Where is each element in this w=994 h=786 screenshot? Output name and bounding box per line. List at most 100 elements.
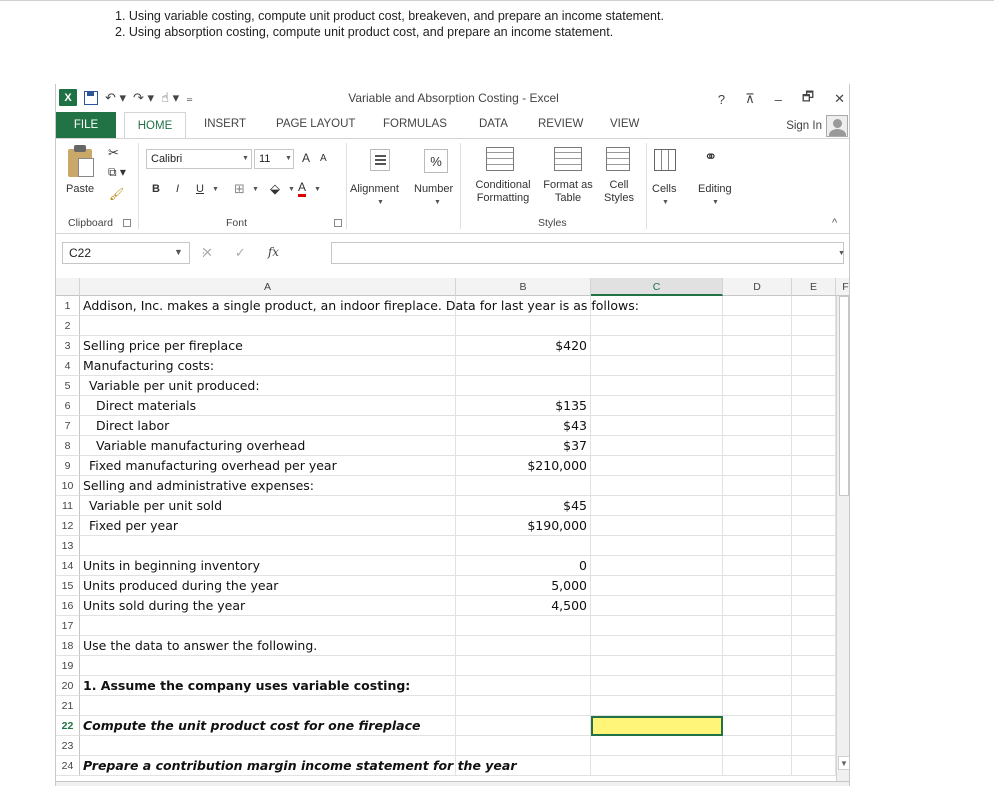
cell-e2[interactable]	[792, 316, 836, 336]
row-header-24[interactable]: 24	[56, 756, 80, 776]
cell-e10[interactable]	[792, 476, 836, 496]
row-header-7[interactable]: 7	[56, 416, 80, 436]
cell-d21[interactable]	[723, 696, 792, 716]
cell-b7[interactable]: $43	[456, 416, 591, 436]
cell-e4[interactable]	[792, 356, 836, 376]
cell-c21[interactable]	[591, 696, 723, 716]
cell-d22[interactable]	[723, 716, 792, 736]
cell-c18[interactable]	[591, 636, 723, 656]
cell-e9[interactable]	[792, 456, 836, 476]
cell-c14[interactable]	[591, 556, 723, 576]
cell-e7[interactable]	[792, 416, 836, 436]
format-painter-icon[interactable]: 🖌	[109, 187, 124, 201]
row-header-6[interactable]: 6	[56, 396, 80, 416]
row-header-21[interactable]: 21	[56, 696, 80, 716]
copy-icon[interactable]: ⧉ ▾	[108, 165, 126, 180]
row-header-4[interactable]: 4	[56, 356, 80, 376]
cell-b4[interactable]	[456, 356, 591, 376]
tab-page-layout[interactable]: PAGE LAYOUT	[276, 118, 355, 130]
cell-a13[interactable]	[80, 536, 456, 556]
format-as-table-icon[interactable]	[554, 147, 582, 171]
row-header-5[interactable]: 5	[56, 376, 80, 396]
cell-b13[interactable]	[456, 536, 591, 556]
cell-a20[interactable]: 1. Assume the company uses variable cost…	[80, 676, 456, 696]
cell-c2[interactable]	[591, 316, 723, 336]
collapse-ribbon-icon[interactable]: ^	[832, 217, 837, 229]
number-dropdown-icon[interactable]: ▼	[434, 199, 441, 206]
borders-dropdown-icon[interactable]: ▼	[252, 186, 259, 193]
cell-a10[interactable]: Selling and administrative expenses:	[80, 476, 456, 496]
sign-in[interactable]: Sign In	[786, 115, 848, 137]
tab-formulas[interactable]: FORMULAS	[383, 118, 447, 130]
cell-a9[interactable]: Fixed manufacturing overhead per year	[80, 456, 456, 476]
cell-d10[interactable]	[723, 476, 792, 496]
cell-b23[interactable]	[456, 736, 591, 756]
cell-e21[interactable]	[792, 696, 836, 716]
row-header-3[interactable]: 3	[56, 336, 80, 356]
row-header-13[interactable]: 13	[56, 536, 80, 556]
tab-home[interactable]: HOME	[124, 112, 186, 139]
cell-e6[interactable]	[792, 396, 836, 416]
cell-d11[interactable]	[723, 496, 792, 516]
cell-e18[interactable]	[792, 636, 836, 656]
formula-input[interactable]	[331, 242, 844, 264]
cell-a14[interactable]: Units in beginning inventory	[80, 556, 456, 576]
cells-dropdown-icon[interactable]: ▼	[662, 199, 669, 206]
cell-c16[interactable]	[591, 596, 723, 616]
spreadsheet-grid[interactable]: ▲ ▼ ABCDEF 1Addison, Inc. makes a single …	[56, 278, 849, 786]
cell-e12[interactable]	[792, 516, 836, 536]
font-name-dropdown-icon[interactable]: ▼	[242, 155, 249, 162]
cell-b15[interactable]: 5,000	[456, 576, 591, 596]
cell-c20[interactable]	[591, 676, 723, 696]
cell-d3[interactable]	[723, 336, 792, 356]
cell-e20[interactable]	[792, 676, 836, 696]
cell-c4[interactable]	[591, 356, 723, 376]
font-color-dropdown-icon[interactable]: ▼	[314, 186, 321, 193]
cell-b3[interactable]: $420	[456, 336, 591, 356]
alignment-button[interactable]: Alignment	[350, 183, 399, 195]
cells-button[interactable]: Cells	[652, 183, 676, 195]
expand-formula-bar-icon[interactable]: ▼	[838, 250, 845, 257]
scroll-thumb[interactable]	[839, 296, 849, 496]
cell-a21[interactable]	[80, 696, 456, 716]
paste-icon[interactable]	[66, 145, 96, 179]
format-as-table-button[interactable]: Format as Table	[540, 179, 596, 205]
cell-e16[interactable]	[792, 596, 836, 616]
row-header-22[interactable]: 22	[56, 716, 80, 736]
row-header-17[interactable]: 17	[56, 616, 80, 636]
cell-b10[interactable]	[456, 476, 591, 496]
cell-d1[interactable]	[723, 296, 792, 316]
ribbon-display-icon[interactable]: ⊼	[745, 91, 755, 107]
cell-d4[interactable]	[723, 356, 792, 376]
cell-e3[interactable]	[792, 336, 836, 356]
editing-button[interactable]: Editing	[698, 183, 732, 195]
cell-d6[interactable]	[723, 396, 792, 416]
shrink-font-button[interactable]: A	[320, 153, 327, 164]
row-header-19[interactable]: 19	[56, 656, 80, 676]
cell-b20[interactable]	[456, 676, 591, 696]
tab-data[interactable]: DATA	[479, 118, 508, 130]
underline-dropdown-icon[interactable]: ▼	[212, 186, 219, 193]
conditional-formatting-button[interactable]: Conditional Formatting	[470, 179, 536, 205]
cells-icon[interactable]	[654, 149, 676, 171]
row-header-1[interactable]: 1	[56, 296, 80, 316]
cell-d20[interactable]	[723, 676, 792, 696]
cell-a17[interactable]	[80, 616, 456, 636]
cell-e19[interactable]	[792, 656, 836, 676]
cell-a7[interactable]: Direct labor	[80, 416, 456, 436]
cell-a8[interactable]: Variable manufacturing overhead	[80, 436, 456, 456]
cell-b19[interactable]	[456, 656, 591, 676]
vertical-scrollbar[interactable]: ▲ ▼	[836, 278, 849, 786]
cell-c11[interactable]	[591, 496, 723, 516]
bold-button[interactable]: B	[152, 183, 160, 195]
cell-d16[interactable]	[723, 596, 792, 616]
cell-d9[interactable]	[723, 456, 792, 476]
cell-b2[interactable]	[456, 316, 591, 336]
cell-b16[interactable]: 4,500	[456, 596, 591, 616]
cell-d17[interactable]	[723, 616, 792, 636]
cell-c5[interactable]	[591, 376, 723, 396]
cell-d8[interactable]	[723, 436, 792, 456]
underline-button[interactable]: U	[196, 183, 204, 195]
cell-d18[interactable]	[723, 636, 792, 656]
cell-d12[interactable]	[723, 516, 792, 536]
